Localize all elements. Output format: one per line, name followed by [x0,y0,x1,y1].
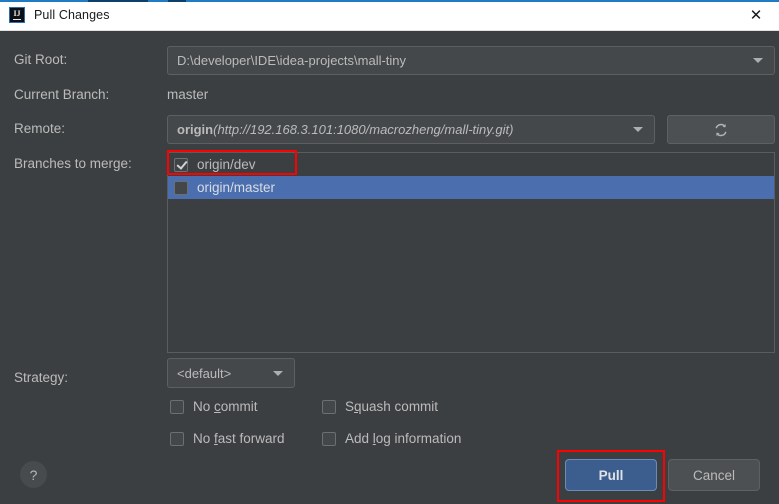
no-fast-forward-label-pre: No [193,431,215,446]
close-icon[interactable]: ✕ [733,0,779,30]
git-root-label: Git Root: [14,52,68,67]
add-log-label-pre: Add [345,431,373,446]
window-accent-stripe [0,0,779,2]
intellij-idea-icon: IJ [9,7,25,23]
help-icon: ? [29,466,38,483]
branch-name: origin/dev [197,157,256,172]
squash-commit-checkbox[interactable]: Squash commit [322,399,438,414]
pull-changes-dialog: Git Root: D:\developer\IDE\idea-projects… [0,31,779,504]
current-branch-value: master [167,87,209,102]
chevron-down-icon [633,127,643,132]
no-commit-label-post: ommit [220,399,258,414]
branch-checkbox[interactable] [174,180,188,195]
cancel-button[interactable]: Cancel [668,459,760,491]
remote-url: (http://192.168.3.101:1080/macrozheng/ma… [213,122,514,137]
squash-commit-label-post: uash commit [361,399,439,414]
no-commit-label-pre: No [193,399,215,414]
refresh-icon [715,123,727,136]
window-title: Pull Changes [34,8,110,22]
branches-to-merge-label: Branches to merge: [14,156,132,171]
checkbox-box [322,431,336,446]
strategy-value: <default> [177,365,232,381]
current-branch-label: Current Branch: [14,87,110,102]
branch-name: origin/master [197,180,276,195]
add-log-label-post: og information [375,431,462,446]
strategy-combo[interactable]: <default> [167,358,295,388]
no-commit-checkbox[interactable]: No commit [170,399,258,414]
checkbox-box [170,431,184,446]
git-root-value: D:\developer\IDE\idea-projects\mall-tiny [177,53,407,68]
add-log-information-checkbox[interactable]: Add log information [322,431,461,446]
branch-checkbox[interactable] [174,157,188,172]
strategy-label: Strategy: [14,370,69,385]
title-bar: IJ Pull Changes ✕ [0,0,779,31]
chevron-down-icon [273,370,283,376]
checkbox-box [170,399,184,414]
squash-commit-label-pre: S [345,399,355,414]
squash-commit-mnemonic: q [354,399,362,414]
remote-label: Remote: [14,121,66,136]
help-button[interactable]: ? [20,461,47,488]
refresh-remote-button[interactable] [667,115,775,144]
list-item[interactable]: origin/dev [168,153,774,176]
git-root-combo[interactable]: D:\developer\IDE\idea-projects\mall-tiny [167,46,775,75]
no-fast-forward-label-post: ast forward [217,431,285,446]
remote-combo[interactable]: origin (http://192.168.3.101:1080/macrozh… [167,115,655,144]
remote-name: origin [177,122,214,137]
no-commit-mnemonic: c [214,399,221,414]
chevron-down-icon [753,58,763,63]
checkbox-box [322,399,336,414]
branches-list[interactable]: origin/dev origin/master [167,152,775,353]
list-item[interactable]: origin/master [168,176,774,199]
pull-button[interactable]: Pull [565,459,657,491]
no-fast-forward-checkbox[interactable]: No fast forward [170,431,285,446]
